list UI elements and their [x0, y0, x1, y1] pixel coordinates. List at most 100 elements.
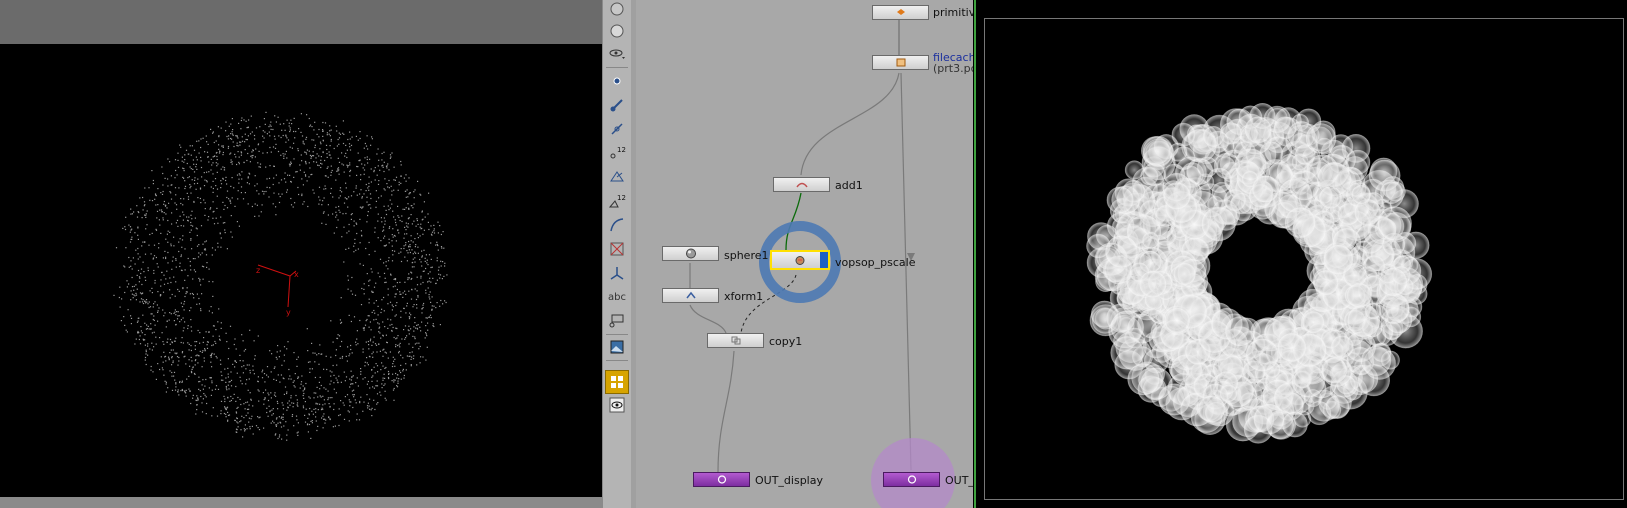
point — [177, 288, 179, 291]
node-out-display[interactable] — [693, 472, 750, 487]
background-image-icon[interactable] — [605, 336, 629, 358]
point — [155, 343, 157, 345]
point — [427, 221, 429, 223]
point — [231, 197, 233, 199]
point — [317, 396, 319, 398]
point — [206, 262, 208, 264]
point — [237, 426, 239, 428]
render-puff — [1142, 135, 1174, 167]
point — [347, 279, 349, 281]
point-numbers-icon[interactable]: 12 — [605, 142, 629, 164]
point — [206, 402, 208, 405]
point — [290, 119, 292, 121]
point — [397, 189, 399, 191]
point — [211, 164, 213, 166]
point — [405, 293, 407, 295]
render-puff — [1245, 338, 1279, 372]
point — [339, 189, 341, 192]
point — [196, 159, 198, 161]
handle-icon[interactable] — [605, 262, 629, 284]
network-editor[interactable]: primitive filecache (prt3.pc add1 sphere… — [636, 0, 973, 508]
point — [355, 187, 357, 189]
point — [257, 416, 259, 418]
point — [221, 145, 223, 147]
eye-select-icon[interactable] — [605, 22, 629, 44]
point — [293, 380, 295, 382]
node-xform1[interactable] — [662, 288, 719, 303]
point — [432, 277, 434, 279]
point — [389, 351, 391, 353]
point — [416, 219, 418, 222]
viewport-left[interactable]: zxy — [0, 0, 602, 508]
node-out-r[interactable] — [883, 472, 940, 487]
point — [128, 256, 130, 259]
render-puff — [1313, 270, 1339, 296]
point — [377, 213, 379, 215]
point — [318, 196, 320, 198]
point — [196, 140, 198, 142]
prim-numbers-icon[interactable]: 12 — [605, 190, 629, 212]
point — [326, 153, 328, 155]
point — [311, 368, 313, 370]
point — [147, 345, 149, 347]
primitive-normal-icon[interactable] — [605, 166, 629, 188]
point — [125, 329, 127, 331]
node-copy1[interactable] — [707, 333, 764, 348]
point — [141, 245, 143, 247]
point — [238, 163, 240, 165]
point — [312, 189, 314, 191]
point — [329, 145, 331, 147]
eye-toggle-icon[interactable] — [605, 44, 629, 66]
snap-icon[interactable] — [605, 238, 629, 260]
point — [284, 172, 286, 174]
node-primitive[interactable] — [872, 5, 929, 20]
point — [283, 157, 285, 159]
node-sphere1[interactable] — [662, 246, 719, 261]
point — [206, 141, 208, 143]
camera-icon[interactable] — [605, 310, 629, 332]
display-flag[interactable] — [820, 252, 828, 268]
node-vopsop-pscale[interactable] — [770, 250, 830, 270]
point — [420, 261, 422, 263]
paint-brush-icon[interactable] — [605, 94, 629, 116]
point — [244, 141, 246, 143]
point — [154, 198, 156, 200]
point — [370, 338, 372, 340]
node-add1[interactable] — [773, 177, 830, 192]
point — [239, 421, 241, 423]
point — [144, 241, 146, 243]
point — [371, 344, 373, 346]
text-label-icon[interactable]: abc — [605, 286, 629, 308]
point — [339, 319, 341, 321]
point — [151, 349, 153, 351]
point — [178, 187, 180, 189]
point — [177, 166, 180, 168]
point — [417, 295, 419, 297]
point — [435, 307, 437, 309]
point — [139, 197, 141, 199]
point — [170, 192, 172, 194]
render-view[interactable] — [974, 0, 1627, 508]
point — [402, 208, 404, 210]
visibility-icon[interactable] — [605, 394, 629, 416]
node-filecache[interactable] — [872, 55, 929, 70]
point — [341, 357, 343, 359]
point — [311, 420, 313, 422]
grid-layout-icon[interactable] — [605, 370, 629, 394]
point — [167, 219, 169, 222]
point — [169, 338, 172, 341]
point — [199, 342, 201, 344]
point-icon[interactable] — [605, 70, 629, 92]
point — [230, 395, 232, 398]
point — [394, 285, 396, 287]
point — [284, 386, 287, 388]
pen-icon[interactable] — [605, 118, 629, 140]
point — [398, 344, 400, 346]
curve-icon[interactable] — [605, 214, 629, 236]
point — [262, 369, 264, 371]
axis-gizmo-line — [287, 275, 291, 308]
circle-select-icon[interactable] — [605, 0, 629, 22]
point — [275, 121, 277, 123]
point — [371, 407, 373, 409]
point — [125, 216, 127, 218]
